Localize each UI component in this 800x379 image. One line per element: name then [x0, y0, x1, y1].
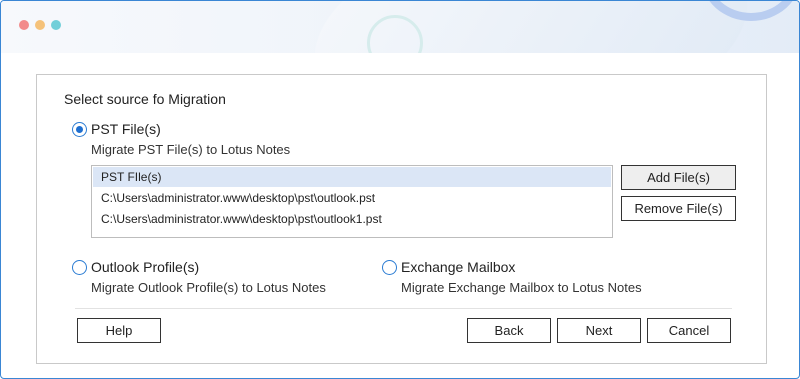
- file-list-item[interactable]: C:\Users\administrator.www\desktop\pst\o…: [93, 188, 611, 208]
- outlook-profile-option-label[interactable]: Outlook Profile(s): [91, 259, 199, 275]
- pst-file-list[interactable]: PST FIle(s) C:\Users\administrator.www\d…: [91, 165, 613, 238]
- close-window-button[interactable]: [19, 20, 29, 30]
- app-window: Select source fo Migration PST File(s) M…: [0, 0, 800, 379]
- page-title: Select source fo Migration: [64, 91, 226, 107]
- exchange-mailbox-option-label[interactable]: Exchange Mailbox: [401, 259, 515, 275]
- file-list-header: PST FIle(s): [93, 167, 611, 187]
- file-list-item[interactable]: C:\Users\administrator.www\desktop\pst\o…: [93, 209, 611, 229]
- add-files-button[interactable]: Add File(s): [621, 165, 736, 190]
- exchange-mailbox-radio[interactable]: [382, 260, 397, 275]
- back-button[interactable]: Back: [467, 318, 551, 343]
- exchange-mailbox-option-description: Migrate Exchange Mailbox to Lotus Notes: [401, 280, 642, 295]
- pst-option-label[interactable]: PST File(s): [91, 121, 161, 137]
- remove-files-button[interactable]: Remove File(s): [621, 196, 736, 221]
- footer-divider: [75, 308, 732, 309]
- window-controls: [19, 20, 61, 30]
- pst-option-description: Migrate PST File(s) to Lotus Notes: [91, 142, 291, 157]
- cancel-button[interactable]: Cancel: [647, 318, 731, 343]
- maximize-window-button[interactable]: [51, 20, 61, 30]
- next-button[interactable]: Next: [557, 318, 641, 343]
- outlook-profile-radio[interactable]: [72, 260, 87, 275]
- header-decoration: [293, 1, 769, 53]
- migration-source-panel: Select source fo Migration PST File(s) M…: [36, 74, 767, 364]
- title-bar: [1, 1, 799, 53]
- outlook-profile-option-description: Migrate Outlook Profile(s) to Lotus Note…: [91, 280, 326, 295]
- pst-radio[interactable]: [72, 122, 87, 137]
- help-button[interactable]: Help: [77, 318, 161, 343]
- minimize-window-button[interactable]: [35, 20, 45, 30]
